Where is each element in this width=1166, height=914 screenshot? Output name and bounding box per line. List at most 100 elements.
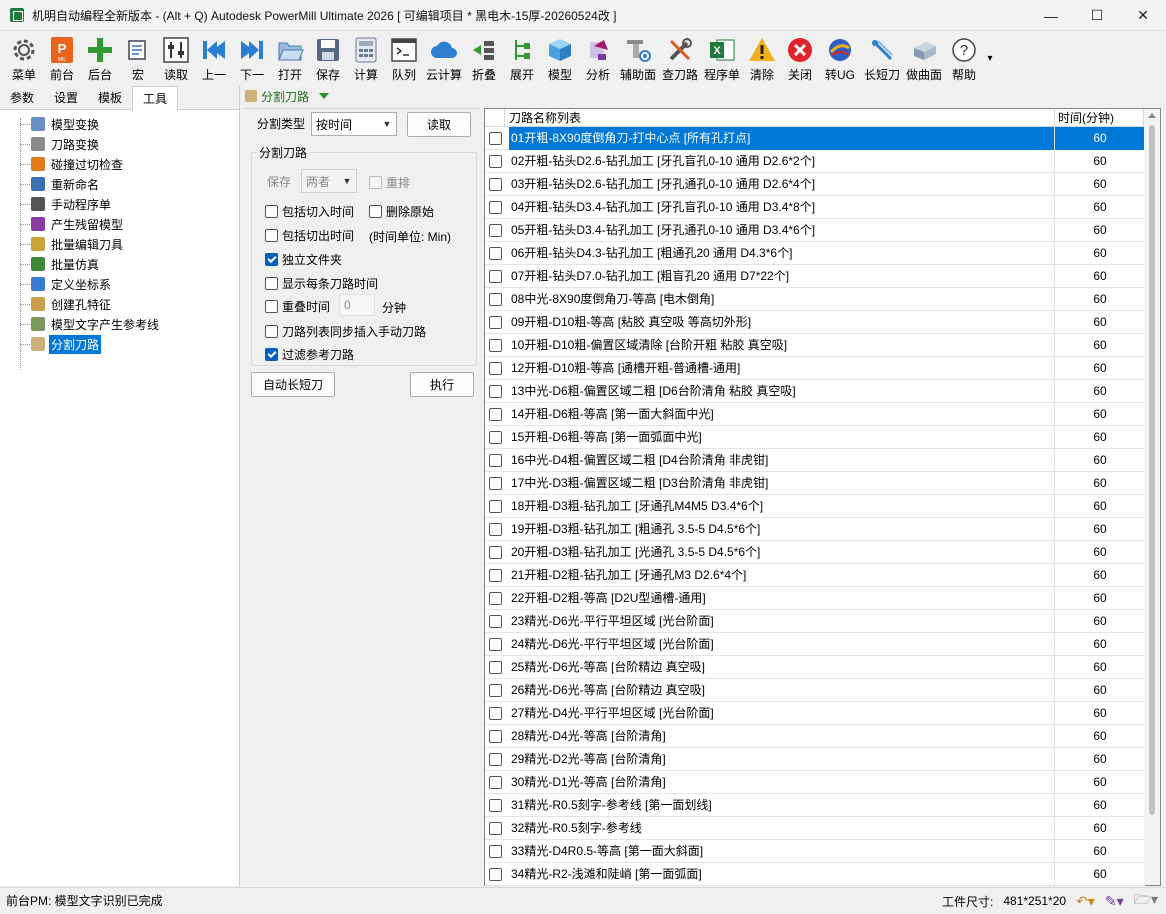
- tree-item[interactable]: 分割刀路: [0, 334, 239, 354]
- table-row[interactable]: 33精光-D4R0.5-等高 [第一面大斜面] 60: [485, 839, 1145, 863]
- table-row[interactable]: 16中光-D4粗-偏置区域二粗 [D4台阶清角 非虎钳] 60: [485, 448, 1145, 472]
- toolbar-button-aux-surface[interactable]: 辅助面: [618, 31, 658, 85]
- toolbar-button-ug[interactable]: 转UG: [820, 31, 860, 85]
- row-checkbox[interactable]: [488, 154, 502, 168]
- table-row[interactable]: 15开粗-D6粗-等高 [第一面弧面中光] 60: [485, 425, 1145, 449]
- scroll-up-icon[interactable]: [1148, 113, 1156, 118]
- table-row[interactable]: 27精光-D4光-平行平坦区域 [光台阶面] 60: [485, 701, 1145, 725]
- tree-item[interactable]: 定义坐标系: [0, 274, 239, 294]
- table-row[interactable]: 24精光-D6光-平行平坦区域 [光台阶面] 60: [485, 632, 1145, 656]
- tree-item[interactable]: 刀路变换: [0, 134, 239, 154]
- toolbar-button-cloud[interactable]: 云计算: [424, 31, 464, 85]
- split-type-select[interactable]: 按时间 ▼: [311, 112, 397, 136]
- row-checkbox[interactable]: [488, 752, 502, 766]
- table-row[interactable]: 25精光-D6光-等高 [台阶精边 真空吸] 60: [485, 655, 1145, 679]
- row-checkbox[interactable]: [488, 131, 502, 145]
- table-row[interactable]: 10开粗-D10粗-偏置区域清除 [台阶开粗 粘胶 真空吸] 60: [485, 333, 1145, 357]
- tab-params[interactable]: 参数: [0, 86, 44, 110]
- table-row[interactable]: 18开粗-D3粗-钻孔加工 [牙通孔M4M5 D3.4*6个] 60: [485, 494, 1145, 518]
- show-each-time-option[interactable]: 显示每条刀路时间: [265, 275, 378, 292]
- table-row[interactable]: 20开粗-D3粗-钻孔加工 [光通孔 3.5-5 D4.5*6个] 60: [485, 540, 1145, 564]
- row-checkbox[interactable]: [488, 522, 502, 536]
- minimize-button[interactable]: —: [1028, 0, 1074, 31]
- table-row[interactable]: 30精光-D1光-等高 [台阶清角] 60: [485, 770, 1145, 794]
- toolbar-button-analysis[interactable]: 分析: [580, 31, 616, 85]
- toolbar-button-plus[interactable]: 后台: [82, 31, 118, 85]
- folder-icon[interactable]: 🗁▾: [1134, 889, 1158, 913]
- show-each-time-checkbox[interactable]: [265, 277, 278, 290]
- row-checkbox[interactable]: [488, 269, 502, 283]
- table-row[interactable]: 09开粗-D10粗-等高 [粘胶 真空吸 等高切外形] 60: [485, 310, 1145, 334]
- row-checkbox[interactable]: [488, 729, 502, 743]
- toolbar-button-surface[interactable]: 做曲面: [904, 31, 944, 85]
- toolbar-button-excel[interactable]: X 程序单: [702, 31, 742, 85]
- row-checkbox[interactable]: [488, 384, 502, 398]
- tree-item[interactable]: 模型文字产生参考线: [0, 314, 239, 334]
- row-checkbox[interactable]: [488, 844, 502, 858]
- vertical-scrollbar[interactable]: [1144, 109, 1160, 885]
- table-row[interactable]: 29精光-D2光-等高 [台阶清角] 60: [485, 747, 1145, 771]
- sync-insert-option[interactable]: 刀路列表同步插入手动刀路: [265, 323, 426, 340]
- column-header-name[interactable]: 刀路名称列表: [505, 109, 1055, 127]
- table-row[interactable]: 12开粗-D10粗-等高 [通槽开粗-普通槽-通用] 60: [485, 356, 1145, 380]
- toolbar-button-cube[interactable]: 模型: [542, 31, 578, 85]
- toolbar-button-sliders[interactable]: 读取: [158, 31, 194, 85]
- row-checkbox[interactable]: [488, 775, 502, 789]
- table-row[interactable]: 14开粗-D6粗-等高 [第一面大斜面中光] 60: [485, 402, 1145, 426]
- row-checkbox[interactable]: [488, 315, 502, 329]
- close-button[interactable]: ✕: [1120, 0, 1166, 31]
- toolbar-button-calculator[interactable]: 计算: [348, 31, 384, 85]
- sync-insert-checkbox[interactable]: [265, 325, 278, 338]
- toolbar-button-macro[interactable]: 宏: [120, 31, 156, 85]
- tab-tools[interactable]: 工具: [132, 86, 179, 111]
- table-row[interactable]: 04开粗-钻头D3.4-钻孔加工 [牙孔盲孔0-10 通用 D3.4*8个] 60: [485, 195, 1145, 219]
- row-checkbox[interactable]: [488, 821, 502, 835]
- toolbar-button-next[interactable]: 下一: [234, 31, 270, 85]
- row-checkbox[interactable]: [488, 637, 502, 651]
- row-checkbox[interactable]: [488, 338, 502, 352]
- table-row[interactable]: 19开粗-D3粗-钻孔加工 [粗通孔 3.5-5 D4.5*6个] 60: [485, 517, 1145, 541]
- tree-item[interactable]: 碰撞过切检查: [0, 154, 239, 174]
- tree-item[interactable]: 批量仿真: [0, 254, 239, 274]
- table-row[interactable]: 02开粗-钻头D2.6-钻孔加工 [牙孔盲孔0-10 通用 D2.6*2个] 60: [485, 149, 1145, 173]
- pen-icon[interactable]: ✎▾: [1105, 893, 1124, 910]
- column-header-time[interactable]: 时间(分钟): [1055, 109, 1144, 127]
- tree-item[interactable]: 模型变换: [0, 114, 239, 134]
- table-row[interactable]: 34精光-R2-浅滩和陡峭 [第一面弧面] 60: [485, 862, 1145, 886]
- delete-original-checkbox[interactable]: [369, 205, 382, 218]
- delete-original-option[interactable]: 删除原始: [369, 203, 434, 220]
- execute-button[interactable]: 执行: [410, 372, 474, 397]
- tab-settings[interactable]: 设置: [44, 86, 88, 110]
- table-row[interactable]: 17中光-D3粗-偏置区域二粗 [D3台阶清角 非虎钳] 60: [485, 471, 1145, 495]
- row-checkbox[interactable]: [488, 591, 502, 605]
- table-row[interactable]: 21开粗-D2粗-钻孔加工 [牙通孔M3 D2.6*4个] 60: [485, 563, 1145, 587]
- row-checkbox[interactable]: [488, 706, 502, 720]
- table-row[interactable]: 03开粗-钻头D2.6-钻孔加工 [牙孔通孔0-10 通用 D2.6*4个] 60: [485, 172, 1145, 196]
- filter-reference-option[interactable]: 过滤参考刀路: [265, 346, 354, 363]
- tree-item[interactable]: 手动程序单: [0, 194, 239, 214]
- table-row[interactable]: 06开粗-钻头D4.3-钻孔加工 [粗通孔20 通用 D4.3*6个] 60: [485, 241, 1145, 265]
- toolbar-button-previous[interactable]: 上一: [196, 31, 232, 85]
- toolbar-button-long-short-tool[interactable]: 长短刀: [862, 31, 902, 85]
- independent-folder-checkbox[interactable]: [265, 253, 278, 266]
- read-button[interactable]: 读取: [407, 112, 471, 137]
- table-row[interactable]: 05开粗-钻头D3.4-钻孔加工 [牙孔通孔0-10 通用 D3.4*6个] 60: [485, 218, 1145, 242]
- dropdown-triangle-icon[interactable]: [319, 93, 330, 99]
- include-out-time-checkbox[interactable]: [265, 229, 278, 242]
- tab-templates[interactable]: 模板: [88, 86, 132, 110]
- row-checkbox[interactable]: [488, 545, 502, 559]
- toolbar-button-gear[interactable]: 菜单: [6, 31, 42, 85]
- row-checkbox[interactable]: [488, 223, 502, 237]
- row-checkbox[interactable]: [488, 292, 502, 306]
- row-checkbox[interactable]: [488, 683, 502, 697]
- include-in-time-option[interactable]: 包括切入时间: [265, 203, 354, 220]
- reorder-checkbox[interactable]: [369, 176, 382, 189]
- table-row[interactable]: 32精光-R0.5刻字-参考线 60: [485, 816, 1145, 840]
- table-row[interactable]: 31精光-R0.5刻字-参考线 [第一面划线] 60: [485, 793, 1145, 817]
- filter-reference-checkbox[interactable]: [265, 348, 278, 361]
- toolbar-button-expand-tree[interactable]: 展开: [504, 31, 540, 85]
- table-row[interactable]: 08中光-8X90度倒角刀-等高 [电木倒角] 60: [485, 287, 1145, 311]
- toolbar-button-collapse[interactable]: 折叠: [466, 31, 502, 85]
- toolbar-button-close-circle[interactable]: 关闭: [782, 31, 818, 85]
- table-row[interactable]: 26精光-D6光-等高 [台阶精边 真空吸] 60: [485, 678, 1145, 702]
